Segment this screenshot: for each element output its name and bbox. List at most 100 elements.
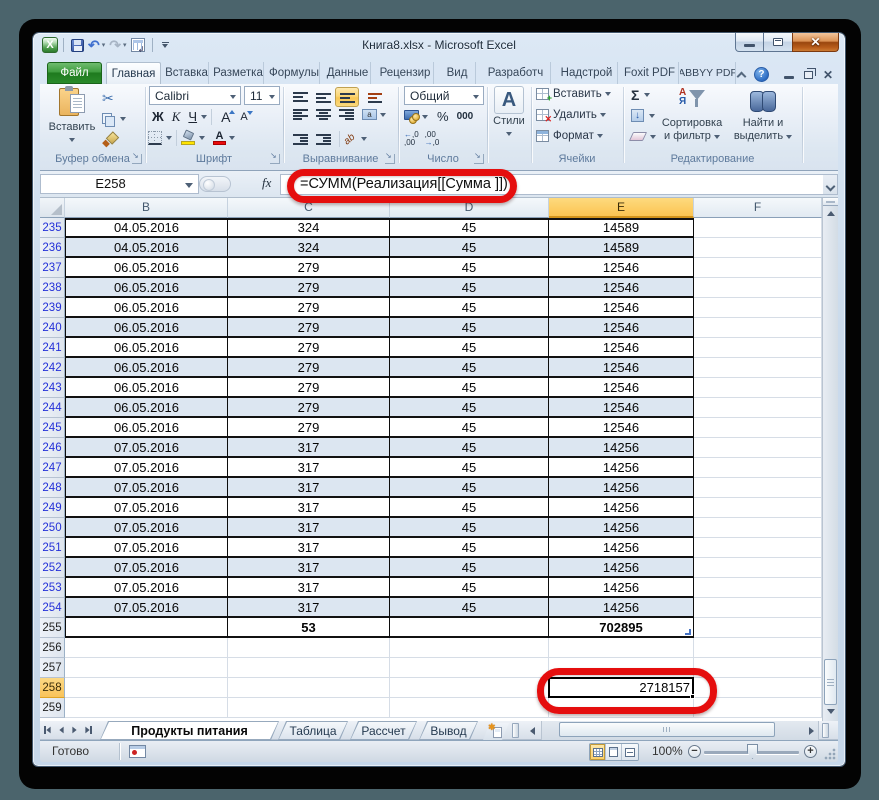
first-sheet-button[interactable] xyxy=(42,723,55,737)
sheet-tab-active[interactable]: Продукты питания xyxy=(100,721,279,740)
autosum-button[interactable]: Σ xyxy=(631,88,650,102)
font-color-icon[interactable]: А xyxy=(213,131,226,145)
cell[interactable]: 317 xyxy=(228,498,390,518)
align-right-icon[interactable] xyxy=(339,109,354,120)
cell[interactable]: 14589 xyxy=(549,238,694,258)
sort-filter-button[interactable]: АЯ Сортировкаи фильтр xyxy=(659,86,725,143)
cell[interactable] xyxy=(694,378,822,398)
tab-review[interactable]: Рецензир xyxy=(377,62,434,84)
bold-button[interactable]: Ж xyxy=(152,108,164,126)
cell[interactable]: 279 xyxy=(228,338,390,358)
cell[interactable]: 45 xyxy=(390,398,549,418)
page-layout-view-button[interactable] xyxy=(606,744,622,760)
horizontal-scrollbar[interactable] xyxy=(541,721,819,740)
dialog-launcher-icon[interactable] xyxy=(270,154,280,164)
cell[interactable]: 07.05.2016 xyxy=(65,578,228,598)
format-painter-button[interactable] xyxy=(102,130,142,150)
cell[interactable]: 14256 xyxy=(549,478,694,498)
cell[interactable]: 12546 xyxy=(549,338,694,358)
cell[interactable] xyxy=(65,698,228,718)
cell[interactable]: 45 xyxy=(390,438,549,458)
column-header-B[interactable]: B xyxy=(65,198,228,218)
fill-color-icon[interactable] xyxy=(181,131,196,145)
cell[interactable]: 14256 xyxy=(549,458,694,478)
cell[interactable]: 07.05.2016 xyxy=(65,458,228,478)
clear-button[interactable] xyxy=(631,132,656,141)
redo-button[interactable]: ↷▾ xyxy=(109,39,126,51)
cell[interactable]: 45 xyxy=(390,218,549,238)
cell[interactable] xyxy=(228,698,390,718)
tab-split-handle[interactable] xyxy=(512,723,519,738)
cell[interactable]: 702895 xyxy=(549,618,694,638)
vertical-scrollbar[interactable] xyxy=(822,198,838,721)
row-header-244[interactable]: 244 xyxy=(40,398,65,418)
customize-quick-access-button[interactable] xyxy=(162,42,169,48)
next-sheet-button[interactable] xyxy=(68,723,81,737)
align-center-icon[interactable] xyxy=(316,109,331,120)
zoom-out-button[interactable]: − xyxy=(688,745,701,758)
cell[interactable] xyxy=(549,638,694,658)
cell[interactable]: 279 xyxy=(228,398,390,418)
cell[interactable] xyxy=(694,318,822,338)
align-bottom-button-active[interactable] xyxy=(335,87,359,107)
cell[interactable]: 06.05.2016 xyxy=(65,278,228,298)
cell[interactable]: 12546 xyxy=(549,378,694,398)
cell[interactable]: 279 xyxy=(228,318,390,338)
cell[interactable] xyxy=(228,678,390,698)
cell[interactable] xyxy=(390,678,549,698)
cell[interactable] xyxy=(65,638,228,658)
cell[interactable] xyxy=(390,638,549,658)
cell[interactable]: 14256 xyxy=(549,498,694,518)
cell[interactable]: 06.05.2016 xyxy=(65,418,228,438)
tab-formulas[interactable]: Формулы xyxy=(269,62,320,84)
cell[interactable]: 45 xyxy=(390,558,549,578)
sheet-tab-3[interactable]: Вывод xyxy=(419,721,478,740)
cell[interactable]: 07.05.2016 xyxy=(65,558,228,578)
cell[interactable]: 06.05.2016 xyxy=(65,398,228,418)
align-top-icon[interactable] xyxy=(293,92,308,103)
cell[interactable]: 317 xyxy=(228,518,390,538)
cell[interactable]: 06.05.2016 xyxy=(65,298,228,318)
row-header-251[interactable]: 251 xyxy=(40,538,65,558)
cell[interactable]: 279 xyxy=(228,418,390,438)
cell[interactable] xyxy=(228,638,390,658)
tab-data[interactable]: Данные xyxy=(325,62,371,84)
cell[interactable]: 45 xyxy=(390,458,549,478)
cell[interactable]: 12546 xyxy=(549,298,694,318)
cell[interactable]: 317 xyxy=(228,438,390,458)
prev-sheet-button[interactable] xyxy=(55,723,68,737)
column-header-E[interactable]: E xyxy=(549,198,694,218)
zoom-level[interactable]: 100% xyxy=(652,741,683,762)
currency-icon[interactable] xyxy=(404,110,420,124)
scroll-down-button[interactable] xyxy=(824,705,838,718)
cell[interactable]: 12546 xyxy=(549,398,694,418)
cell[interactable]: 317 xyxy=(228,578,390,598)
column-header-F[interactable]: F xyxy=(694,198,822,218)
align-middle-icon[interactable] xyxy=(316,92,331,103)
copy-button[interactable] xyxy=(102,109,142,129)
scrollbar-split-handle[interactable] xyxy=(822,723,829,738)
cell[interactable] xyxy=(694,398,822,418)
row-header-258[interactable]: 258 xyxy=(40,678,65,698)
undo-button[interactable]: ↶▾ xyxy=(88,39,105,51)
row-header-235[interactable]: 235 xyxy=(40,218,65,238)
cell[interactable] xyxy=(694,218,822,238)
row-header-254[interactable]: 254 xyxy=(40,598,65,618)
cell[interactable]: 279 xyxy=(228,258,390,278)
cell[interactable] xyxy=(694,518,822,538)
cell[interactable]: 279 xyxy=(228,378,390,398)
cell[interactable] xyxy=(694,258,822,278)
page-break-view-button[interactable] xyxy=(622,744,638,760)
font-name-combo[interactable]: Calibri xyxy=(149,86,241,105)
cell[interactable] xyxy=(694,238,822,258)
tab-foxit-pdf[interactable]: Foxit PDF xyxy=(621,62,679,84)
cell[interactable]: 12546 xyxy=(549,318,694,338)
grow-font-button[interactable]: А xyxy=(221,109,230,125)
fill-button[interactable]: ↓ xyxy=(631,109,655,122)
underline-button[interactable]: Ч xyxy=(188,108,197,126)
cell[interactable]: 07.05.2016 xyxy=(65,478,228,498)
tab-view[interactable]: Вид xyxy=(439,62,476,84)
tab-page-layout[interactable]: Разметка xyxy=(213,62,264,84)
row-header-240[interactable]: 240 xyxy=(40,318,65,338)
cell[interactable]: 45 xyxy=(390,538,549,558)
